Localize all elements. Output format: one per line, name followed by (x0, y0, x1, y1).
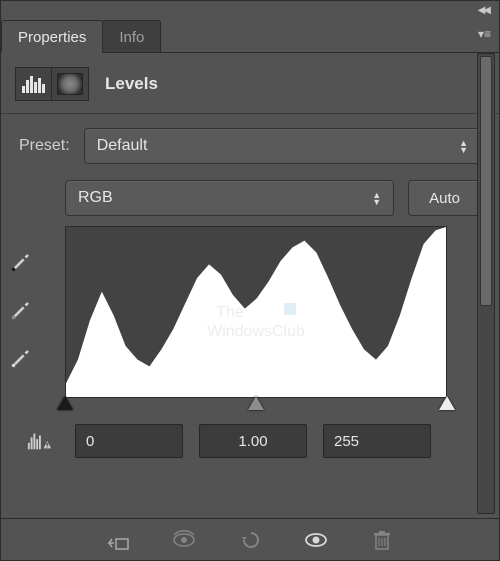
content-area: Preset: Default ▲▼ RGB ▲▼ Auto (1, 128, 499, 458)
preset-dropdown[interactable]: Default ▲▼ (84, 128, 481, 164)
panel-menu-icon[interactable]: ▾≡ (478, 27, 491, 41)
channel-row: RGB ▲▼ Auto (65, 180, 481, 216)
preset-row: Preset: Default ▲▼ (19, 128, 481, 164)
gamma-input[interactable]: 1.00 (199, 424, 307, 458)
white-point-input[interactable]: 255 (323, 424, 431, 458)
white-point-eyedropper-icon[interactable] (7, 346, 33, 372)
black-point-slider[interactable] (57, 396, 73, 410)
input-slider-track[interactable] (65, 396, 447, 414)
adjustment-title: Levels (105, 74, 158, 94)
black-point-input[interactable]: 0 (75, 424, 183, 458)
preset-value: Default (97, 137, 148, 155)
panel-topbar: ◀◀ (1, 1, 499, 19)
black-point-eyedropper-icon[interactable] (7, 250, 33, 276)
channel-value: RGB (78, 189, 113, 207)
eyedropper-column (7, 250, 33, 372)
histogram-warning-icon[interactable] (19, 431, 59, 451)
view-previous-icon[interactable] (170, 528, 198, 552)
mask-thumbnail-icon[interactable] (52, 68, 88, 100)
channel-dropdown[interactable]: RGB ▲▼ (65, 180, 394, 216)
preset-label: Preset: (19, 137, 70, 155)
vertical-scrollbar[interactable] (477, 53, 495, 514)
updown-icon: ▲▼ (372, 192, 381, 205)
input-values-row: 0 1.00 255 (19, 424, 481, 458)
gray-point-eyedropper-icon[interactable] (7, 298, 33, 324)
tabs-row: Properties Info ▾≡ (1, 19, 499, 53)
gamma-slider[interactable] (248, 396, 264, 410)
trash-icon[interactable] (368, 528, 396, 552)
levels-icon[interactable] (16, 68, 52, 100)
footer-bar (1, 518, 499, 560)
collapse-icon[interactable]: ◀◀ (478, 5, 489, 16)
divider (1, 113, 499, 114)
visibility-eye-icon[interactable] (302, 528, 330, 552)
adjustment-header: Levels (1, 53, 499, 113)
tab-properties[interactable]: Properties (1, 20, 103, 53)
clip-to-layer-icon[interactable] (104, 528, 132, 552)
properties-panel: ◀◀ Properties Info ▾≡ Levels Preset: Def… (0, 0, 500, 561)
tab-info[interactable]: Info (102, 20, 161, 52)
white-point-slider[interactable] (439, 396, 455, 410)
scrollbar-thumb[interactable] (480, 56, 492, 306)
histogram[interactable]: The WindowsClub (65, 226, 447, 398)
auto-button[interactable]: Auto (408, 180, 481, 216)
reset-icon[interactable] (236, 528, 264, 552)
updown-icon: ▲▼ (459, 140, 468, 153)
adjustment-icon-box (15, 67, 89, 101)
